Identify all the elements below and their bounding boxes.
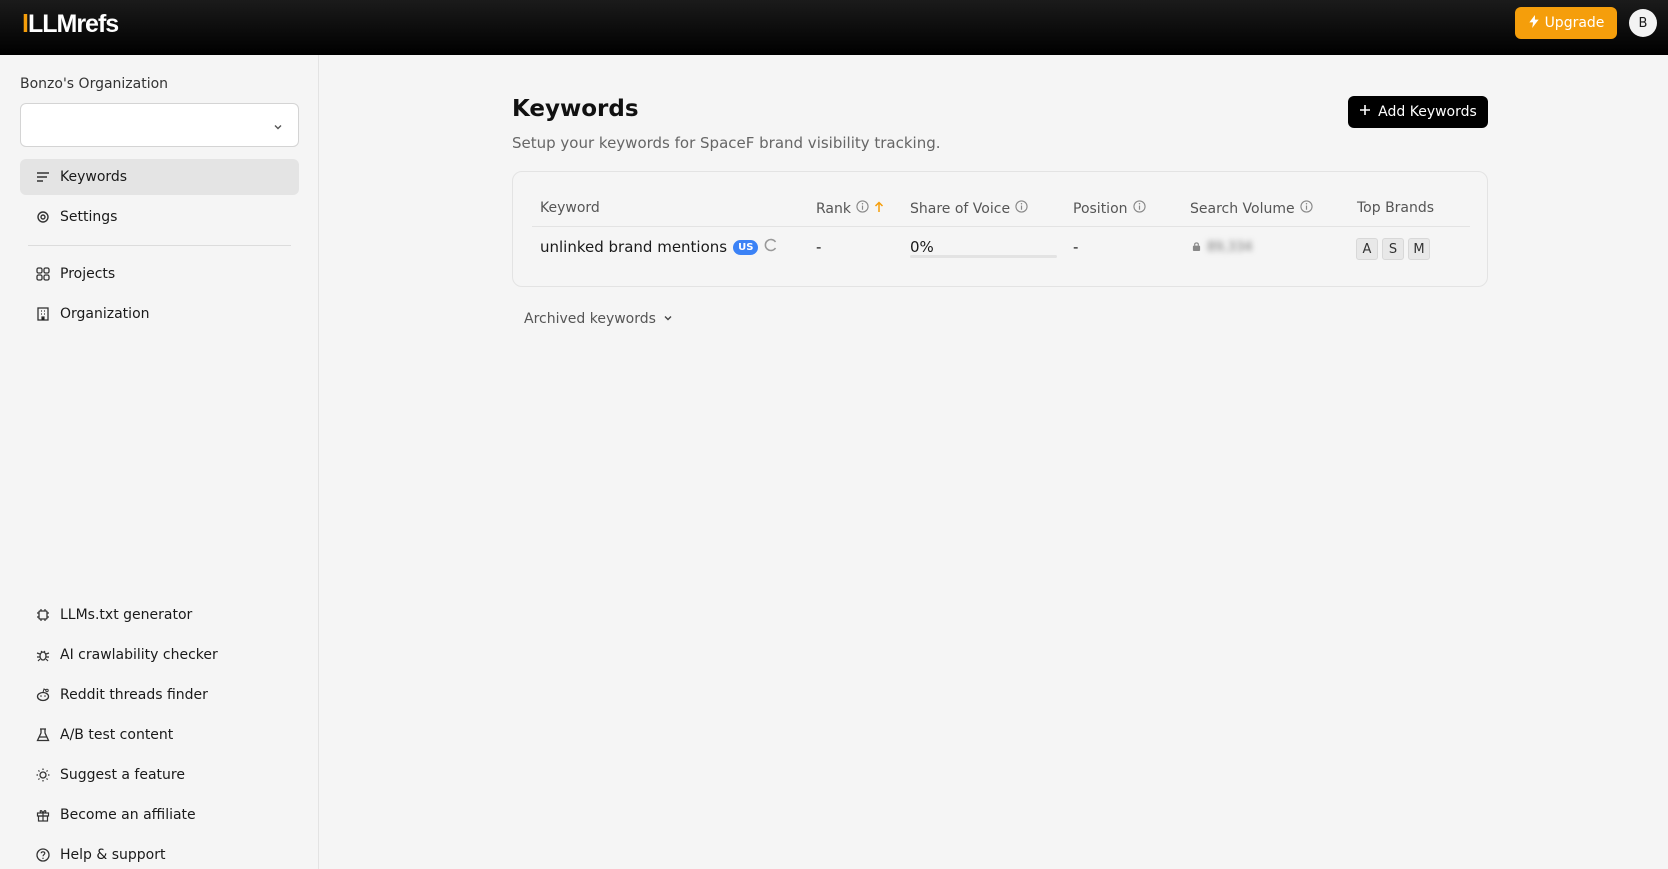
share-of-voice-bar xyxy=(910,255,1057,258)
sidebar-item-label: A/B test content xyxy=(60,727,174,743)
sidebar-item-label: Reddit threads finder xyxy=(60,687,208,703)
archived-keywords-label: Archived keywords xyxy=(524,311,656,327)
info-icon[interactable] xyxy=(1299,200,1313,217)
column-header-search-volume[interactable]: Search Volume xyxy=(1190,200,1313,217)
org-name: Bonzo's Organization xyxy=(20,76,169,92)
column-header-label: Top Brands xyxy=(1357,200,1435,216)
top-bar: lLLMrefs Upgrade B xyxy=(0,0,1668,55)
bulb-icon xyxy=(36,768,50,782)
reddit-icon xyxy=(36,688,50,702)
lock-icon xyxy=(1192,238,1201,256)
help-icon xyxy=(36,848,50,862)
column-header-top-brands: Top Brands xyxy=(1357,200,1434,216)
brand-chip[interactable]: A xyxy=(1356,238,1378,260)
sidebar-item-label: AI crawlability checker xyxy=(60,647,218,663)
column-header-keyword[interactable]: Keyword xyxy=(540,200,600,216)
sidebar-item-label: Projects xyxy=(60,266,116,282)
page-subtitle: Setup your keywords for SpaceF brand vis… xyxy=(512,134,941,152)
sidebar-item-settings[interactable]: Settings xyxy=(20,199,299,235)
logo-suffix: refs xyxy=(76,10,119,38)
country-badge: US xyxy=(733,239,759,255)
sidebar-item-help-and-support[interactable]: Help & support xyxy=(20,837,299,869)
info-icon[interactable] xyxy=(856,200,869,217)
column-header-label: Position xyxy=(1073,200,1128,217)
project-select[interactable] xyxy=(20,103,299,147)
sidebar-item-ab-test-content[interactable]: A/B test content xyxy=(20,717,299,753)
add-keywords-button[interactable]: Add Keywords xyxy=(1348,96,1488,128)
gift-icon xyxy=(36,808,50,822)
page-title: Keywords xyxy=(512,96,639,122)
bug-icon xyxy=(36,648,50,662)
sidebar-item-reddit-threads-finder[interactable]: Reddit threads finder xyxy=(20,677,299,713)
keyword-cell[interactable]: unlinked brand mentions US xyxy=(540,238,778,256)
top-brands-cell: A S M xyxy=(1356,238,1430,260)
sidebar-item-label: Suggest a feature xyxy=(60,767,185,783)
sidebar: Bonzo's Organization Keywords Settings P… xyxy=(0,55,319,869)
grid-icon xyxy=(36,267,50,281)
search-volume-value: 89,334 xyxy=(1207,239,1253,255)
sidebar-item-label: Become an affiliate xyxy=(60,807,196,823)
rank-cell: - xyxy=(816,238,822,256)
sidebar-item-suggest-a-feature[interactable]: Suggest a feature xyxy=(20,757,299,793)
keywords-table xyxy=(512,171,1488,287)
flask-icon xyxy=(36,728,50,742)
column-header-share-of-voice[interactable]: Share of Voice xyxy=(910,200,1028,217)
loading-spinner-icon xyxy=(764,238,778,256)
chevron-down-icon xyxy=(663,311,673,327)
brand-chip[interactable]: M xyxy=(1408,238,1430,260)
sidebar-item-organization[interactable]: Organization xyxy=(20,296,299,332)
chip-icon xyxy=(36,608,50,622)
chevron-down-icon xyxy=(272,118,284,137)
sidebar-item-projects[interactable]: Projects xyxy=(20,256,299,292)
search-volume-cell[interactable]: 89,334 xyxy=(1192,238,1253,256)
info-icon[interactable] xyxy=(1015,200,1028,217)
position-cell: - xyxy=(1073,238,1079,256)
column-header-label: Rank xyxy=(816,200,851,217)
logo-prefix: LLM xyxy=(27,10,77,38)
table-header-divider xyxy=(532,226,1470,227)
info-icon[interactable] xyxy=(1132,200,1146,217)
gear-icon xyxy=(36,210,50,224)
sidebar-item-keywords[interactable]: Keywords xyxy=(20,159,299,195)
column-header-label: Search Volume xyxy=(1190,200,1295,217)
sidebar-item-label: Help & support xyxy=(60,847,166,863)
sidebar-item-label: Keywords xyxy=(60,169,128,185)
sidebar-item-ai-crawlability-checker[interactable]: AI crawlability checker xyxy=(20,637,299,673)
sidebar-item-llms-txt-generator[interactable]: LLMs.txt generator xyxy=(20,597,299,633)
column-header-position[interactable]: Position xyxy=(1073,200,1146,217)
sidebar-item-label: Settings xyxy=(60,209,118,225)
keyword-text: unlinked brand mentions xyxy=(540,238,728,256)
plus-icon xyxy=(1359,104,1371,120)
brand-chip[interactable]: S xyxy=(1382,238,1404,260)
column-header-rank[interactable]: Rank xyxy=(816,200,884,217)
sidebar-item-become-an-affiliate[interactable]: Become an affiliate xyxy=(20,797,299,833)
sidebar-divider xyxy=(28,245,291,246)
share-of-voice-cell: 0% xyxy=(910,238,934,256)
column-header-label: Keyword xyxy=(540,200,600,216)
sort-arrow-up-icon[interactable] xyxy=(874,200,884,217)
archived-keywords-toggle[interactable]: Archived keywords xyxy=(524,311,673,327)
building-icon xyxy=(36,307,50,321)
add-keywords-label: Add Keywords xyxy=(1378,104,1477,120)
column-header-label: Share of Voice xyxy=(910,200,1011,217)
lines-icon xyxy=(36,170,50,184)
bolt-icon xyxy=(1528,14,1540,32)
sidebar-item-label: LLMs.txt generator xyxy=(60,607,193,623)
upgrade-label: Upgrade xyxy=(1544,15,1605,31)
sidebar-item-label: Organization xyxy=(60,306,150,322)
user-avatar[interactable]: B xyxy=(1629,9,1657,37)
upgrade-button[interactable]: Upgrade xyxy=(1515,7,1617,39)
llmrefs-logo[interactable]: lLLMrefs xyxy=(22,10,119,39)
